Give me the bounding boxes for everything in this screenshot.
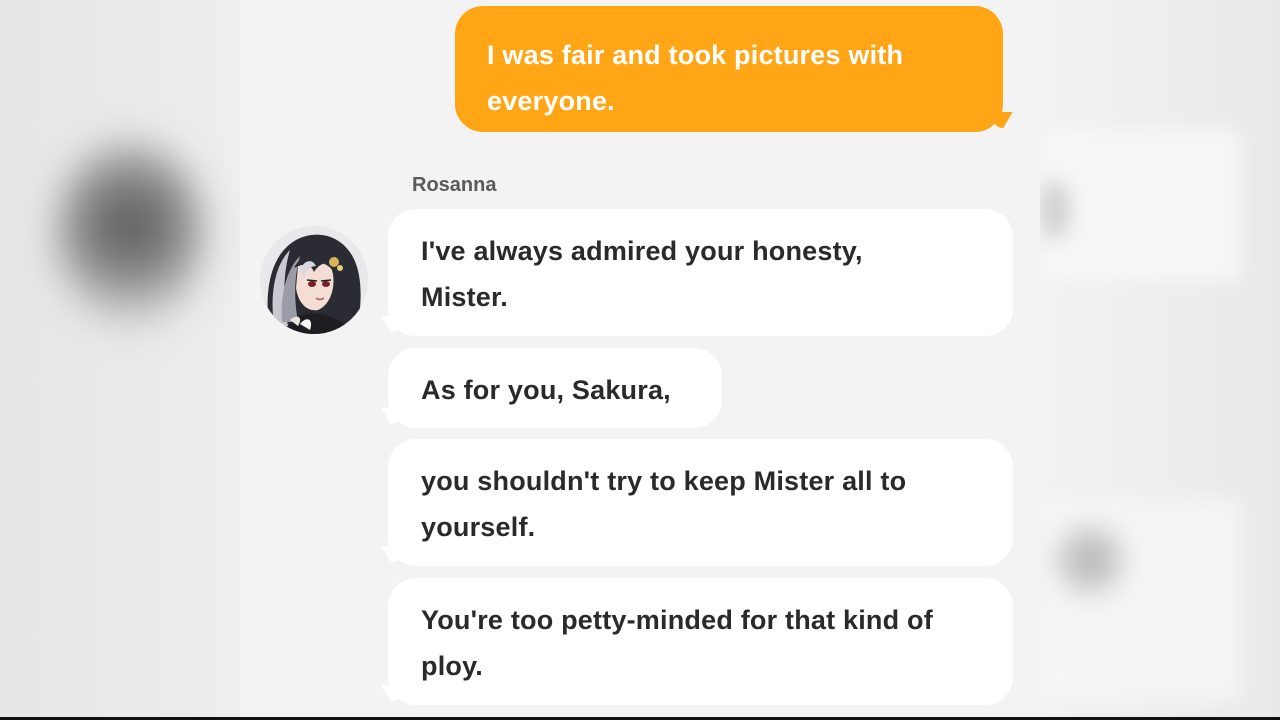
message-line: You're too petty-minded for that kind of (421, 605, 933, 635)
blurred-backdrop-left (0, 0, 240, 720)
blurred-shape (1060, 530, 1120, 590)
chat-thread[interactable]: I was fair and took pictures with everyo… (240, 0, 1040, 720)
message-line: yourself. (421, 512, 536, 542)
message-line: As for you, Sakura, (421, 375, 671, 405)
blurred-avatar (55, 140, 205, 330)
message-line: you shouldn't try to keep Mister all to (421, 466, 907, 496)
character-avatar[interactable] (260, 226, 368, 334)
incoming-message-bubble: As for you, Sakura, (388, 348, 722, 428)
message-line: Mister. (421, 282, 508, 312)
sender-name: Rosanna (412, 174, 497, 196)
incoming-message-bubble: I've always admired your honesty, Mister… (388, 209, 1013, 336)
message-line: I was fair and took pictures with (487, 40, 904, 70)
character-portrait-icon (260, 226, 368, 334)
blurred-shape (1040, 180, 1070, 240)
blurred-bubble (1040, 500, 1240, 700)
message-line: ploy. (421, 651, 484, 681)
message-line: everyone. (487, 86, 615, 116)
outgoing-message-bubble: I was fair and took pictures with everyo… (455, 6, 1003, 132)
blurred-bubble (1040, 130, 1240, 280)
incoming-message-bubble: You're too petty-minded for that kind of… (388, 578, 1013, 705)
screen: I was fair and took pictures with everyo… (0, 0, 1280, 720)
message-line: I've always admired your honesty, (421, 236, 863, 266)
incoming-message-bubble: you shouldn't try to keep Mister all to … (388, 439, 1013, 566)
